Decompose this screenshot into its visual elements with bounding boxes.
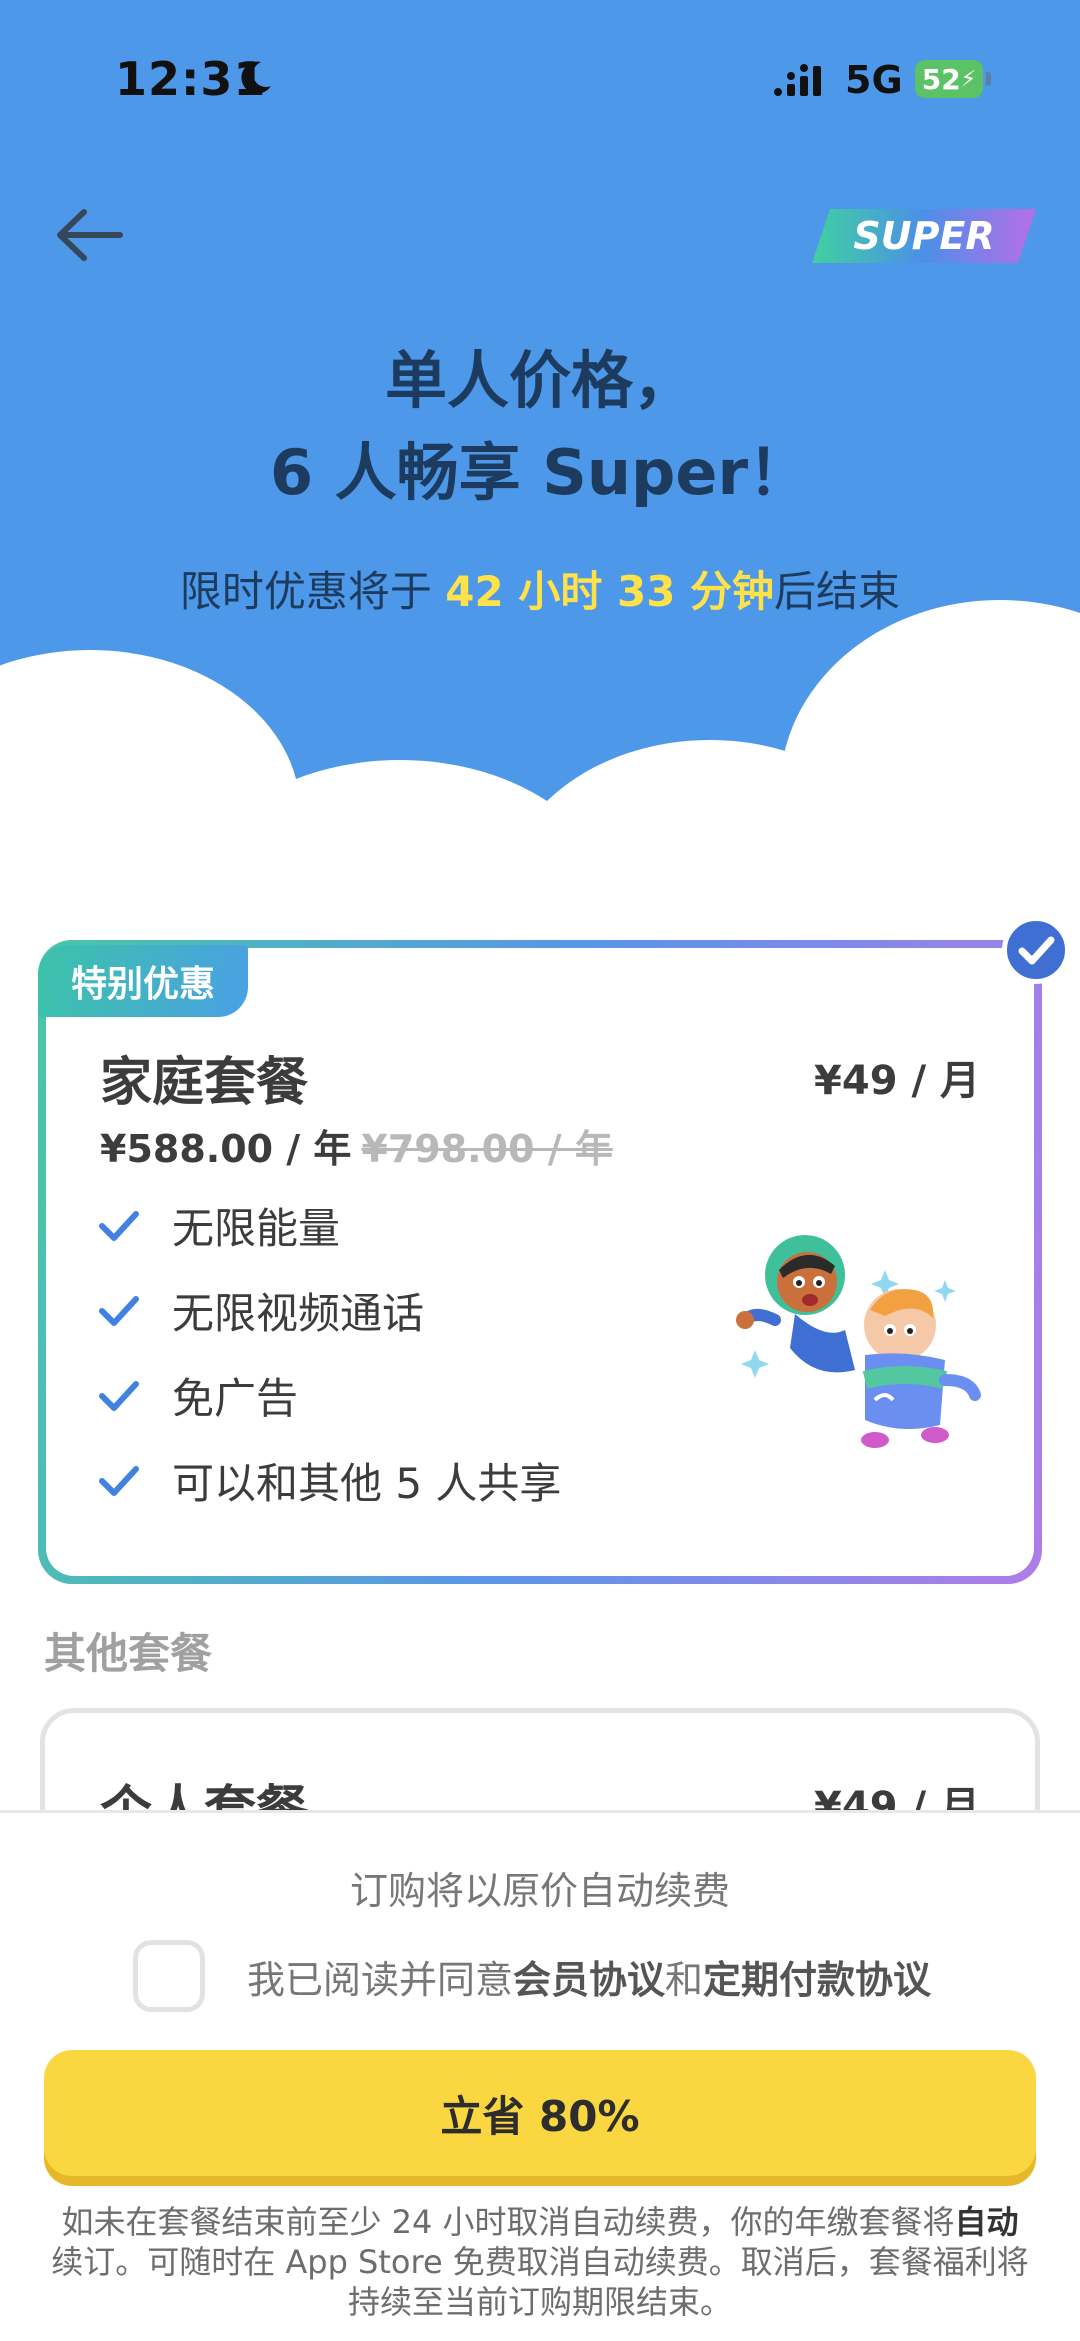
super-logo-text: SUPER	[853, 214, 994, 258]
battery-level: 52	[921, 62, 961, 96]
legal-part2: 续订。可随时在 App Store 免费取消自动续费。取消后，套餐福利将持续至当…	[51, 2243, 1029, 2321]
member-agreement-link[interactable]: 会员协议	[513, 1958, 665, 2002]
countdown-prefix: 限时优惠将于	[179, 567, 446, 616]
super-logo: SUPER	[812, 209, 1036, 263]
agreement-and: 和	[665, 1957, 704, 2002]
agreement-checkbox[interactable]	[133, 1940, 205, 2012]
feature-item: 免广告	[96, 1365, 298, 1426]
agreement-row: 我已阅读并同意会员协议和定期付款协议	[133, 1940, 931, 2012]
feature-item: 可以和其他 5 人共享	[96, 1450, 561, 1511]
selected-check-icon	[1002, 916, 1070, 984]
feature-item: 无限视频通话	[96, 1280, 424, 1341]
check-icon	[99, 1465, 139, 1496]
cloud-decoration	[0, 810, 1080, 940]
plan-original-price: ¥798.00 / 年	[361, 1127, 613, 1171]
legal-text: 如未在套餐结束前至少 24 小时取消自动续费，你的年缴套餐将自动续订。可随时在 …	[50, 2202, 1030, 2322]
battery-icon: 52 ⚡	[915, 60, 983, 98]
special-offer-badge: 特别优惠	[38, 945, 248, 1017]
feature-item: 无限能量	[96, 1195, 340, 1256]
auto-renew-note: 订购将以原价自动续费	[349, 1869, 730, 1913]
countdown-time: 42 小时 33 分钟	[445, 567, 775, 616]
check-icon	[99, 1210, 139, 1241]
hero-title-line1: 单人价格，	[384, 344, 695, 417]
countdown-suffix: 后结束	[774, 567, 901, 616]
subscribe-button[interactable]: 立省 80%	[44, 2050, 1036, 2176]
feature-label: 免广告	[172, 1374, 299, 1423]
network-type: 5G	[845, 58, 903, 102]
legal-bold: 自动	[954, 2203, 1019, 2241]
plan-monthly-price: ¥49 / 月	[814, 1058, 980, 1104]
plan-yearly-price: ¥588.00 / 年 ¥798.00 / 年	[100, 1118, 613, 1173]
plan-yearly-value: ¥588.00 / 年	[100, 1127, 352, 1171]
plan-name: 家庭套餐	[100, 1053, 309, 1113]
agreement-prefix: 我已阅读并同意	[247, 1957, 514, 2002]
feature-label: 无限视频通话	[172, 1289, 425, 1338]
feature-label: 可以和其他 5 人共享	[172, 1459, 562, 1508]
moon-icon	[241, 61, 271, 94]
other-plans-label: 其他套餐	[44, 1629, 213, 1678]
feature-label: 无限能量	[172, 1204, 341, 1253]
agreement-text: 我已阅读并同意会员协议和定期付款协议	[247, 1949, 931, 2004]
recurring-payment-agreement-link[interactable]: 定期付款协议	[703, 1958, 931, 2002]
check-icon	[99, 1295, 139, 1326]
status-bar: 12:31 5G 52 ⚡	[0, 0, 1080, 160]
check-icon	[99, 1380, 139, 1411]
mascot-illustration	[736, 1235, 981, 1448]
signal-icon	[774, 64, 821, 96]
hero-title: 单人价格， 6 人畅享 Super！	[0, 335, 1080, 519]
legal-part1: 如未在套餐结束前至少 24 小时取消自动续费，你的年缴套餐将	[61, 2203, 955, 2241]
hero-title-line2: 6 人畅享 Super！	[269, 436, 811, 509]
battery-tip	[986, 72, 991, 86]
back-arrow-icon[interactable]	[50, 200, 130, 270]
countdown-text: 限时优惠将于 42 小时 33 分钟后结束	[0, 558, 1080, 619]
